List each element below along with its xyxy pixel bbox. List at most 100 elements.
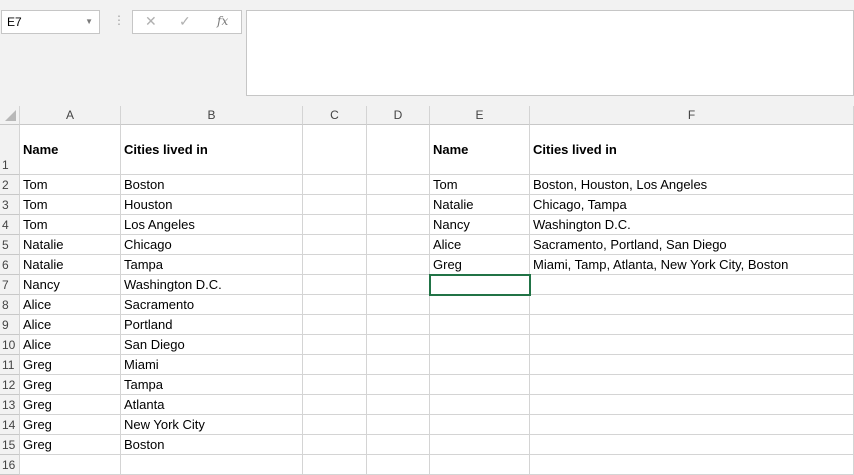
- row-header-14[interactable]: 14: [0, 415, 20, 435]
- column-header-d[interactable]: D: [367, 106, 430, 125]
- cell-a4[interactable]: Tom: [20, 215, 121, 235]
- cell-d12[interactable]: [367, 375, 430, 395]
- cell-a15[interactable]: Greg: [20, 435, 121, 455]
- select-all-corner[interactable]: [0, 106, 20, 125]
- cell-c2[interactable]: [303, 175, 367, 195]
- cell-c15[interactable]: [303, 435, 367, 455]
- cell-a3[interactable]: Tom: [20, 195, 121, 215]
- cell-b3[interactable]: Houston: [121, 195, 303, 215]
- cell-f10[interactable]: [530, 335, 854, 355]
- cell-f1[interactable]: Cities lived in: [530, 125, 854, 175]
- cell-f3[interactable]: Chicago, Tampa: [530, 195, 854, 215]
- cell-b15[interactable]: Boston: [121, 435, 303, 455]
- cell-a16[interactable]: [20, 455, 121, 475]
- cell-a8[interactable]: Alice: [20, 295, 121, 315]
- row-header-5[interactable]: 5: [0, 235, 20, 255]
- cell-d11[interactable]: [367, 355, 430, 375]
- cell-c3[interactable]: [303, 195, 367, 215]
- cell-e11[interactable]: [430, 355, 530, 375]
- cell-c16[interactable]: [303, 455, 367, 475]
- cell-c4[interactable]: [303, 215, 367, 235]
- cell-a11[interactable]: Greg: [20, 355, 121, 375]
- formula-input[interactable]: [246, 10, 854, 96]
- cell-d4[interactable]: [367, 215, 430, 235]
- cell-b9[interactable]: Portland: [121, 315, 303, 335]
- cell-a5[interactable]: Natalie: [20, 235, 121, 255]
- cell-c13[interactable]: [303, 395, 367, 415]
- cell-e7[interactable]: [429, 274, 531, 296]
- row-header-11[interactable]: 11: [0, 355, 20, 375]
- cell-e12[interactable]: [430, 375, 530, 395]
- cell-e10[interactable]: [430, 335, 530, 355]
- cell-d3[interactable]: [367, 195, 430, 215]
- cell-d1[interactable]: [367, 125, 430, 175]
- cell-e2[interactable]: Tom: [430, 175, 530, 195]
- cell-c7[interactable]: [303, 275, 367, 295]
- cell-b13[interactable]: Atlanta: [121, 395, 303, 415]
- cell-e1[interactable]: Name: [430, 125, 530, 175]
- cell-b12[interactable]: Tampa: [121, 375, 303, 395]
- row-header-7[interactable]: 7: [0, 275, 20, 295]
- cell-a10[interactable]: Alice: [20, 335, 121, 355]
- cell-a2[interactable]: Tom: [20, 175, 121, 195]
- cell-b5[interactable]: Chicago: [121, 235, 303, 255]
- cell-d13[interactable]: [367, 395, 430, 415]
- cell-c12[interactable]: [303, 375, 367, 395]
- cell-a6[interactable]: Natalie: [20, 255, 121, 275]
- cell-f4[interactable]: Washington D.C.: [530, 215, 854, 235]
- row-header-8[interactable]: 8: [0, 295, 20, 315]
- column-header-b[interactable]: B: [121, 106, 303, 125]
- row-header-13[interactable]: 13: [0, 395, 20, 415]
- row-header-16[interactable]: 16: [0, 455, 20, 475]
- column-header-a[interactable]: A: [20, 106, 121, 125]
- insert-function-icon[interactable]: fx: [217, 14, 228, 28]
- cell-b6[interactable]: Tampa: [121, 255, 303, 275]
- row-header-4[interactable]: 4: [0, 215, 20, 235]
- cell-c9[interactable]: [303, 315, 367, 335]
- cell-b4[interactable]: Los Angeles: [121, 215, 303, 235]
- cell-f9[interactable]: [530, 315, 854, 335]
- cell-d16[interactable]: [367, 455, 430, 475]
- cell-d7[interactable]: [367, 275, 430, 295]
- cell-e16[interactable]: [430, 455, 530, 475]
- column-header-f[interactable]: F: [530, 106, 854, 125]
- cell-a13[interactable]: Greg: [20, 395, 121, 415]
- cell-d5[interactable]: [367, 235, 430, 255]
- cell-c14[interactable]: [303, 415, 367, 435]
- cell-e15[interactable]: [430, 435, 530, 455]
- drag-handle-icon[interactable]: ⋮: [113, 13, 125, 27]
- cell-d6[interactable]: [367, 255, 430, 275]
- cell-b14[interactable]: New York City: [121, 415, 303, 435]
- cell-b2[interactable]: Boston: [121, 175, 303, 195]
- cell-a7[interactable]: Nancy: [20, 275, 121, 295]
- cell-e6[interactable]: Greg: [430, 255, 530, 275]
- cell-d15[interactable]: [367, 435, 430, 455]
- cell-e9[interactable]: [430, 315, 530, 335]
- row-header-3[interactable]: 3: [0, 195, 20, 215]
- cell-d10[interactable]: [367, 335, 430, 355]
- row-header-2[interactable]: 2: [0, 175, 20, 195]
- cell-b16[interactable]: [121, 455, 303, 475]
- cell-d2[interactable]: [367, 175, 430, 195]
- cell-f15[interactable]: [530, 435, 854, 455]
- name-box[interactable]: E7 ▼: [1, 10, 100, 34]
- cell-e13[interactable]: [430, 395, 530, 415]
- cell-c5[interactable]: [303, 235, 367, 255]
- cell-e8[interactable]: [430, 295, 530, 315]
- cell-f7[interactable]: [530, 275, 854, 295]
- cell-d14[interactable]: [367, 415, 430, 435]
- cell-c6[interactable]: [303, 255, 367, 275]
- cell-c8[interactable]: [303, 295, 367, 315]
- cell-f2[interactable]: Boston, Houston, Los Angeles: [530, 175, 854, 195]
- close-icon[interactable]: ✕: [145, 13, 157, 30]
- cell-a12[interactable]: Greg: [20, 375, 121, 395]
- row-header-9[interactable]: 9: [0, 315, 20, 335]
- cell-b11[interactable]: Miami: [121, 355, 303, 375]
- row-header-15[interactable]: 15: [0, 435, 20, 455]
- cell-a1[interactable]: Name: [20, 125, 121, 175]
- check-icon[interactable]: ✓: [179, 13, 191, 30]
- cell-a14[interactable]: Greg: [20, 415, 121, 435]
- cell-b8[interactable]: Sacramento: [121, 295, 303, 315]
- cell-d9[interactable]: [367, 315, 430, 335]
- cell-f14[interactable]: [530, 415, 854, 435]
